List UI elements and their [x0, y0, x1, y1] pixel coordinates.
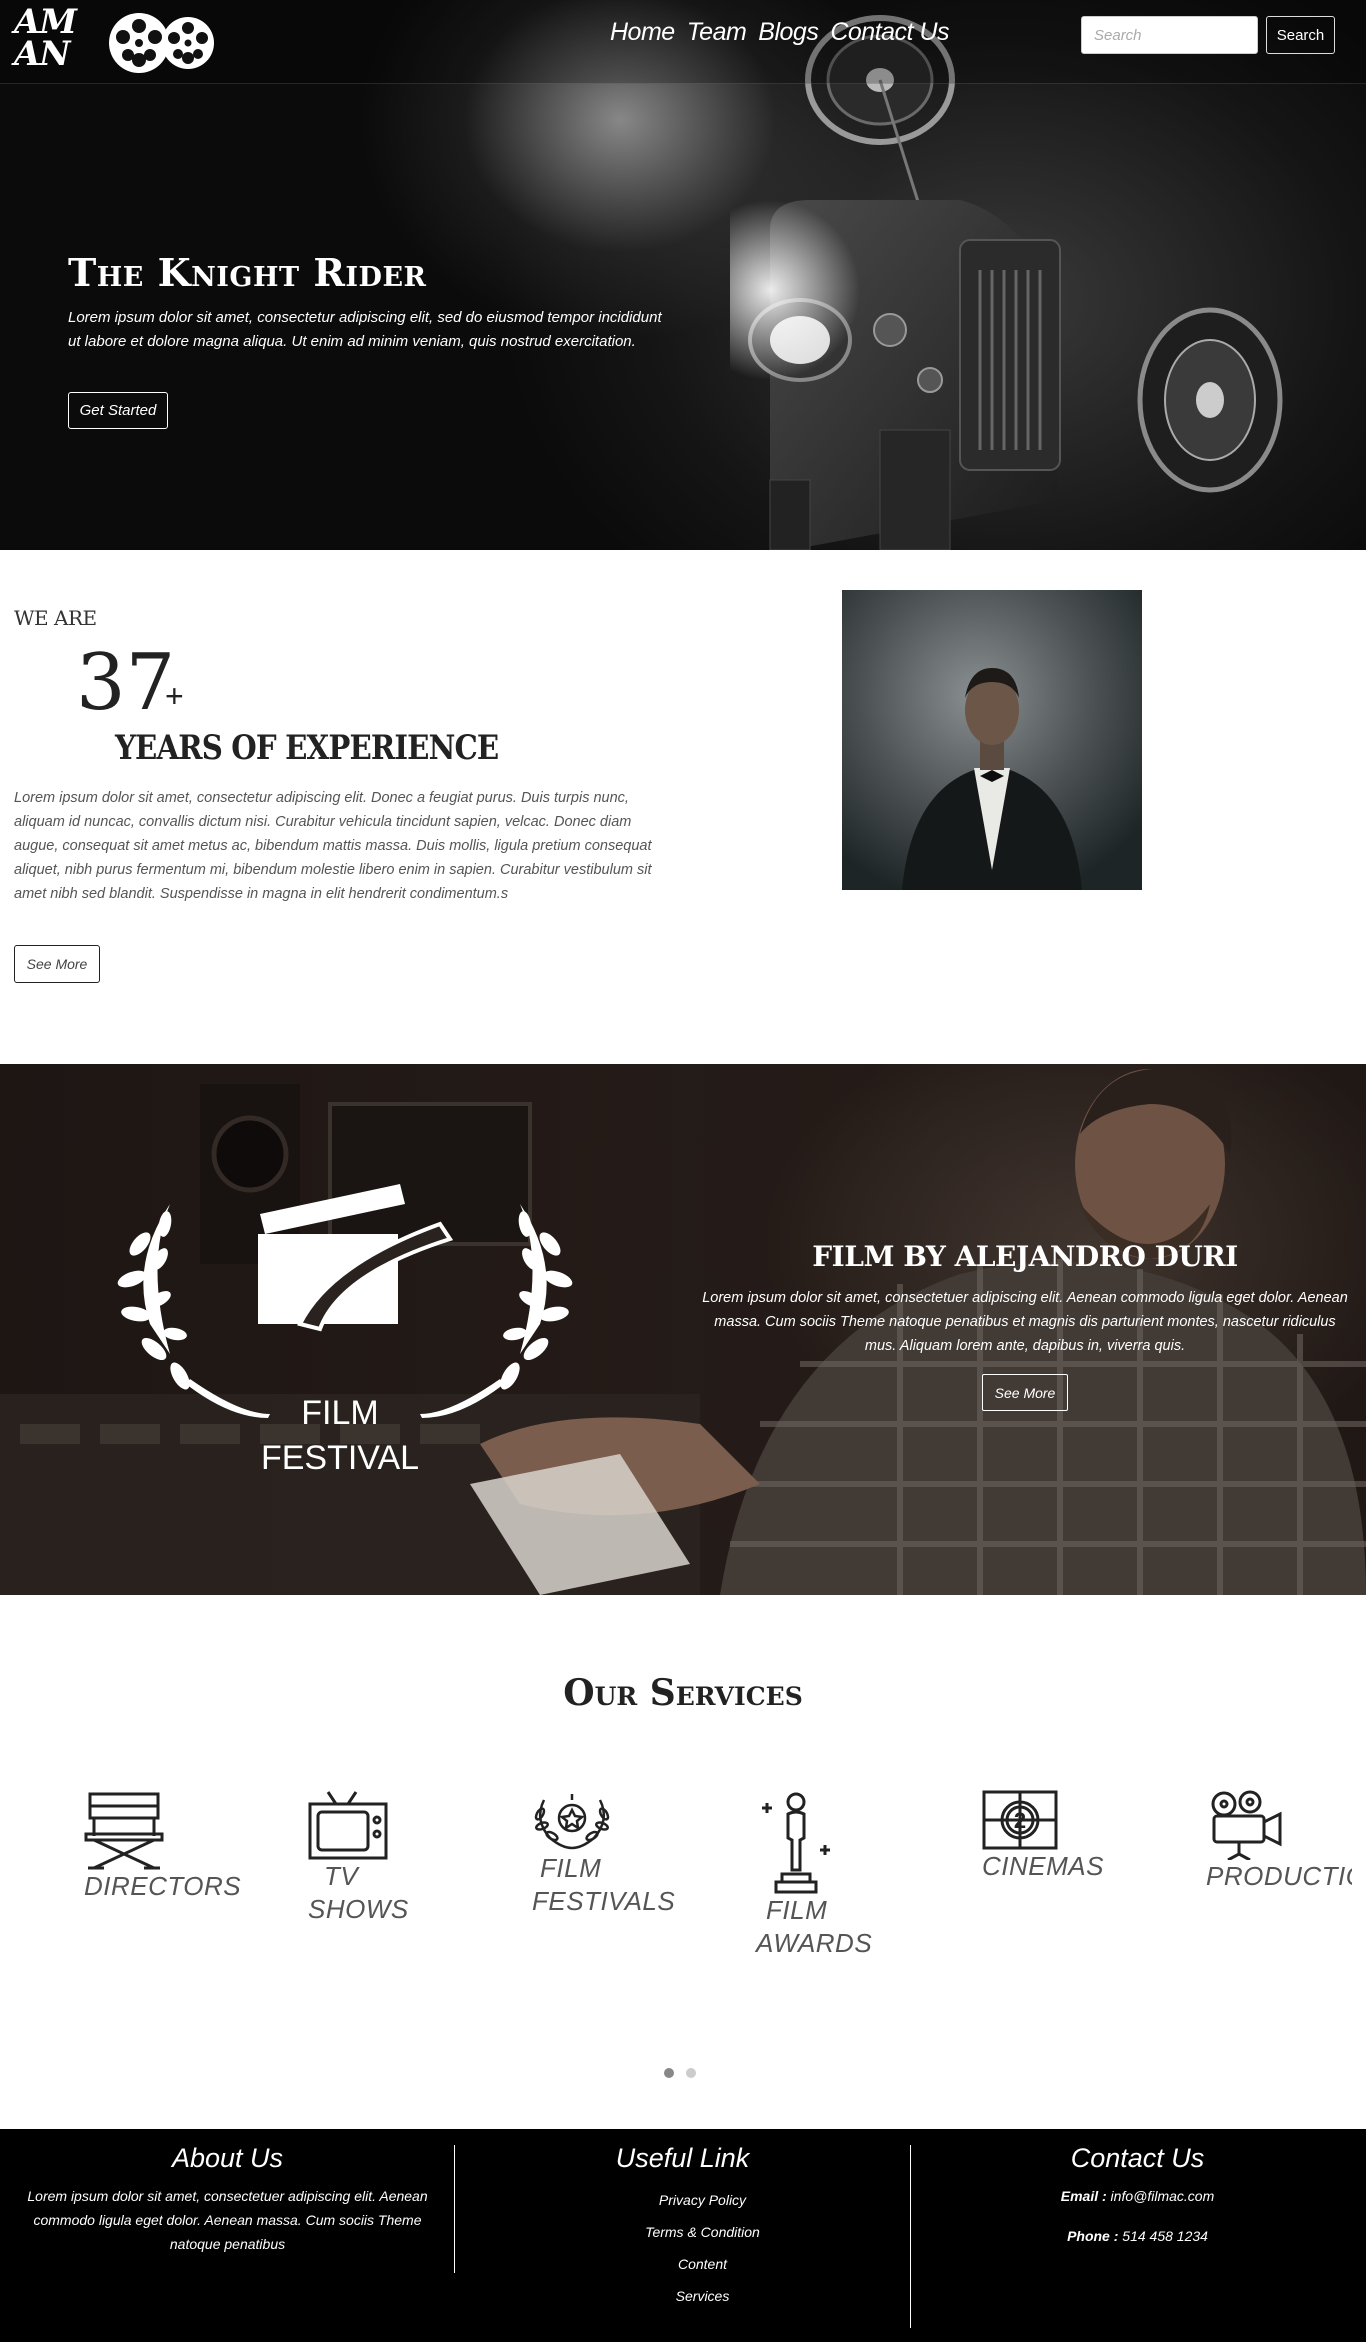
service-label-line1: FILM — [540, 1853, 602, 1883]
festival-see-more-button[interactable]: See More — [982, 1374, 1068, 1411]
film-festival-banner: FILM FESTIVAL FILM BY ALEJANDRO DURI Lor… — [0, 1064, 1366, 1595]
service-film-awards[interactable]: FILM AWARDS — [756, 1790, 872, 1960]
get-started-button[interactable]: Get Started — [68, 392, 168, 429]
festival-title: FILM BY ALEJANDRO DURI — [812, 1240, 1238, 1273]
contact-phone: Phone : 514 458 1234 — [960, 2224, 1315, 2248]
tv-icon — [308, 1791, 388, 1860]
film-countdown-icon: 2 — [982, 1790, 1058, 1850]
search-input[interactable] — [1081, 16, 1258, 54]
festival-logo-line2: FESTIVAL — [261, 1439, 419, 1477]
footer-divider — [454, 2145, 455, 2273]
services-link[interactable]: Services — [560, 2280, 845, 2312]
services-title: Our Services — [563, 1672, 803, 1714]
years-plus: + — [165, 678, 184, 714]
hero-section: AM AN Home Team Blogs Contact Us Search … — [0, 0, 1366, 550]
footer-divider — [910, 2145, 911, 2328]
festival-logo-line1: FILM — [301, 1394, 378, 1432]
phone-label: Phone : — [1067, 2228, 1119, 2244]
service-directors[interactable]: DIRECTORS — [84, 1790, 241, 1903]
service-cinemas[interactable]: 2 CINEMAS — [982, 1790, 1104, 1883]
service-label-line2: AWARDS — [756, 1928, 873, 1958]
footer-contact-heading: Contact Us — [1070, 2143, 1205, 2173]
about-see-more-button[interactable]: See More — [14, 945, 100, 983]
years-count: 37 — [76, 638, 176, 728]
carousel-dot-2[interactable] — [686, 2068, 696, 2078]
festival-description: Lorem ipsum dolor sit amet, consectetuer… — [702, 1290, 1348, 1354]
contact-email: Email : info@filmac.com — [960, 2184, 1315, 2208]
service-label: PRODUCTIO — [1206, 1861, 1352, 1891]
search-button[interactable]: Search — [1266, 16, 1335, 54]
film-reel-icon — [109, 13, 214, 73]
service-label-line2: FESTIVALS — [532, 1886, 676, 1916]
service-production[interactable]: PRODUCTIO — [1206, 1790, 1352, 1893]
logo-line2: AN — [14, 34, 70, 74]
nav-blogs-link[interactable]: Blogs — [758, 18, 819, 47]
footer-useful-links: Useful Link Privacy Policy Terms & Condi… — [520, 2143, 845, 2312]
nav-team-link[interactable]: Team — [687, 18, 747, 47]
service-film-festivals[interactable]: FILM FESTIVALS — [532, 1790, 675, 1918]
service-label-line1: FILM — [766, 1895, 828, 1925]
footer: About Us Lorem ipsum dolor sit amet, con… — [0, 2129, 1366, 2342]
content-link[interactable]: Content — [560, 2248, 845, 2280]
email-value[interactable]: info@filmac.com — [1111, 2188, 1215, 2204]
phone-value[interactable]: 514 458 1234 — [1122, 2228, 1208, 2244]
director-chair-icon — [84, 1792, 164, 1870]
email-label: Email : — [1060, 2188, 1107, 2204]
brand-logo[interactable]: AM AN — [14, 5, 214, 78]
we-are-label: WE ARE — [14, 606, 97, 630]
service-label-line1: TV — [324, 1861, 359, 1891]
footer-about-heading: About Us — [171, 2143, 284, 2173]
navbar: AM AN Home Team Blogs Contact Us Search … — [0, 0, 1366, 84]
footer-contact: Contact Us Email : info@filmac.com Phone… — [960, 2143, 1315, 2264]
portrait-image — [842, 590, 1142, 890]
laurel-star-icon — [534, 1794, 610, 1850]
about-description: Lorem ipsum dolor sit amet, consectetur … — [14, 790, 652, 902]
nav-home-link[interactable]: Home — [610, 18, 675, 47]
countdown-number-glyph: 2 — [1014, 1808, 1026, 1833]
hero-description: Lorem ipsum dolor sit amet, consectetur … — [68, 309, 662, 350]
carousel-dot-1[interactable] — [664, 2068, 674, 2078]
terms-condition-link[interactable]: Terms & Condition — [560, 2216, 845, 2248]
footer-about-text: Lorem ipsum dolor sit amet, consectetuer… — [27, 2188, 428, 2252]
footer-links-heading: Useful Link — [615, 2143, 750, 2173]
carousel-dots — [664, 2068, 696, 2078]
services-carousel[interactable]: DIRECTORS TV SHOWS FILM FESTIVALS FILM A… — [0, 1790, 1352, 2010]
experience-heading: YEARS OF EXPERIENCE — [115, 728, 499, 768]
service-tv-shows[interactable]: TV SHOWS — [308, 1790, 409, 1926]
service-label-line2: SHOWS — [308, 1894, 409, 1924]
footer-about: About Us Lorem ipsum dolor sit amet, con… — [20, 2143, 435, 2256]
movie-camera-icon — [1211, 1790, 1282, 1860]
nav-links: Home Team Blogs Contact Us — [610, 18, 950, 47]
nav-contact-link[interactable]: Contact Us — [830, 18, 949, 47]
hero-title: The Knight Rider — [68, 250, 427, 295]
service-label: CINEMAS — [982, 1851, 1104, 1881]
service-label: DIRECTORS — [84, 1871, 242, 1901]
privacy-policy-link[interactable]: Privacy Policy — [560, 2184, 845, 2216]
award-statue-icon — [762, 1792, 830, 1894]
